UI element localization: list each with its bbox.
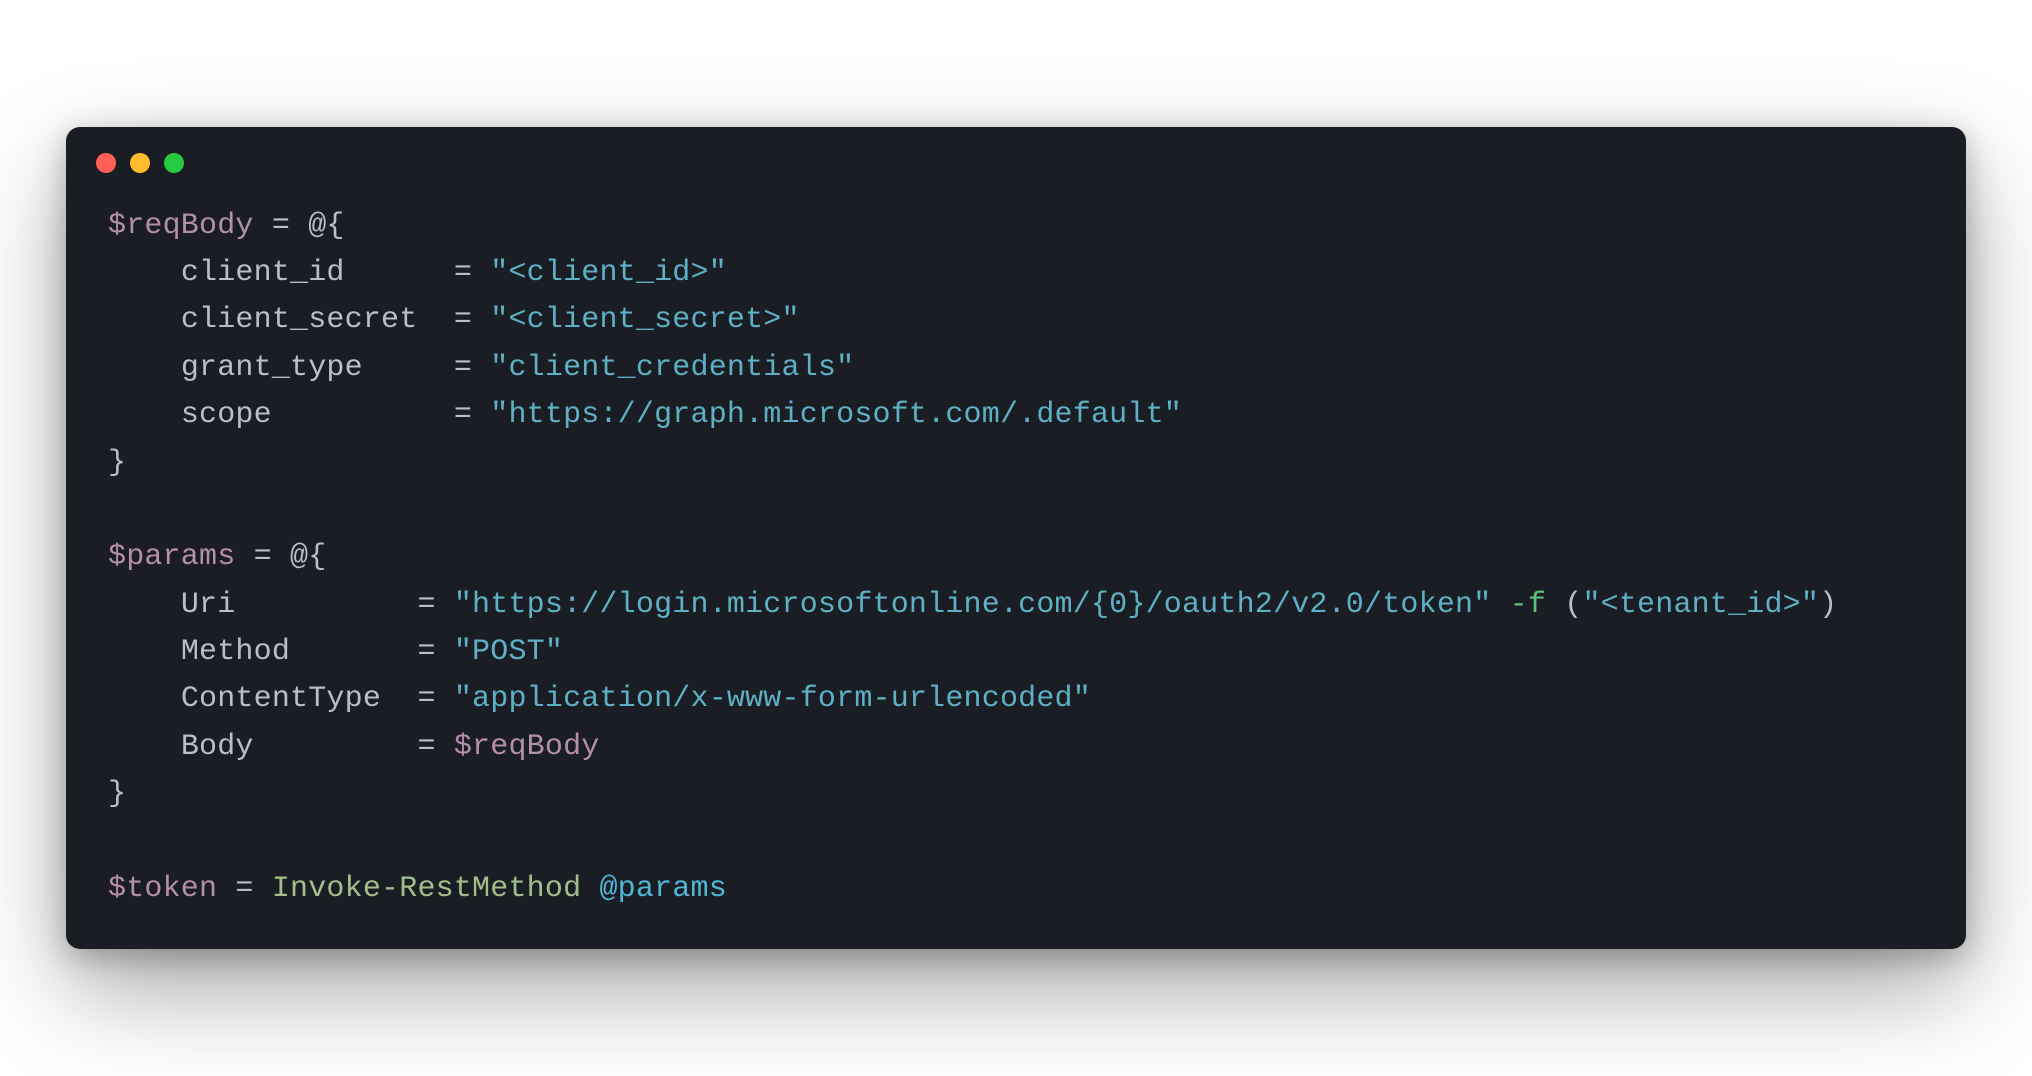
indent bbox=[108, 351, 181, 385]
key-scope: scope bbox=[181, 398, 272, 432]
indent bbox=[108, 398, 181, 432]
hash-close: } bbox=[108, 446, 126, 480]
var-reqbody: $reqBody bbox=[108, 209, 254, 243]
key-grant-type: grant_type bbox=[181, 351, 363, 385]
val-grant-type: "client_credentials" bbox=[490, 351, 854, 385]
key-uri: Uri bbox=[181, 588, 236, 622]
key-contenttype: ContentType bbox=[181, 682, 381, 716]
key-method: Method bbox=[181, 635, 290, 669]
lparen: ( bbox=[1564, 588, 1582, 622]
hash-close: } bbox=[108, 777, 126, 811]
pad bbox=[235, 588, 399, 622]
space bbox=[1491, 588, 1509, 622]
pad bbox=[417, 303, 435, 337]
op-eq: = bbox=[436, 351, 491, 385]
op-eq: = bbox=[217, 872, 272, 906]
zoom-button[interactable] bbox=[164, 153, 184, 173]
pad bbox=[345, 256, 436, 290]
op-eq: = bbox=[436, 256, 491, 290]
op-eq: = bbox=[399, 635, 454, 669]
pad bbox=[272, 398, 436, 432]
op-eq: = bbox=[436, 398, 491, 432]
cmdlet-invoke: Invoke-RestMethod bbox=[272, 872, 581, 906]
op-eq: = bbox=[399, 682, 454, 716]
op-eq: = bbox=[399, 588, 454, 622]
pad bbox=[363, 351, 436, 385]
indent bbox=[108, 635, 181, 669]
splat-params: @params bbox=[599, 872, 726, 906]
op-eq: = bbox=[235, 540, 290, 574]
op-eq: = bbox=[399, 730, 454, 764]
indent bbox=[108, 730, 181, 764]
indent bbox=[108, 303, 181, 337]
val-contenttype: "application/x-www-form-urlencoded" bbox=[454, 682, 1091, 716]
space bbox=[1546, 588, 1564, 622]
close-button[interactable] bbox=[96, 153, 116, 173]
op-eq: = bbox=[436, 303, 491, 337]
op-format: -f bbox=[1510, 588, 1546, 622]
indent bbox=[108, 682, 181, 716]
rparen: ) bbox=[1819, 588, 1837, 622]
space bbox=[581, 872, 599, 906]
key-client-secret: client_secret bbox=[181, 303, 418, 337]
val-body-var: $reqBody bbox=[454, 730, 600, 764]
indent bbox=[108, 256, 181, 290]
hash-open: @{ bbox=[308, 209, 344, 243]
pad bbox=[290, 635, 399, 669]
key-body: Body bbox=[181, 730, 254, 764]
pad bbox=[254, 730, 400, 764]
val-client-id: "<client_id>" bbox=[490, 256, 727, 290]
minimize-button[interactable] bbox=[130, 153, 150, 173]
hash-open: @{ bbox=[290, 540, 326, 574]
code-block: $reqBody = @{ client_id = "<client_id>" … bbox=[66, 183, 1966, 914]
val-client-secret: "<client_secret>" bbox=[490, 303, 799, 337]
indent bbox=[108, 588, 181, 622]
window-titlebar bbox=[66, 127, 1966, 183]
val-method: "POST" bbox=[454, 635, 563, 669]
pad bbox=[381, 682, 399, 716]
code-window: $reqBody = @{ client_id = "<client_id>" … bbox=[66, 127, 1966, 950]
var-token: $token bbox=[108, 872, 217, 906]
var-params: $params bbox=[108, 540, 235, 574]
key-client-id: client_id bbox=[181, 256, 345, 290]
val-scope: "https://graph.microsoft.com/.default" bbox=[490, 398, 1182, 432]
val-tenant: "<tenant_id>" bbox=[1582, 588, 1819, 622]
op-eq: = bbox=[254, 209, 309, 243]
val-uri: "https://login.microsoftonline.com/{0}/o… bbox=[454, 588, 1492, 622]
